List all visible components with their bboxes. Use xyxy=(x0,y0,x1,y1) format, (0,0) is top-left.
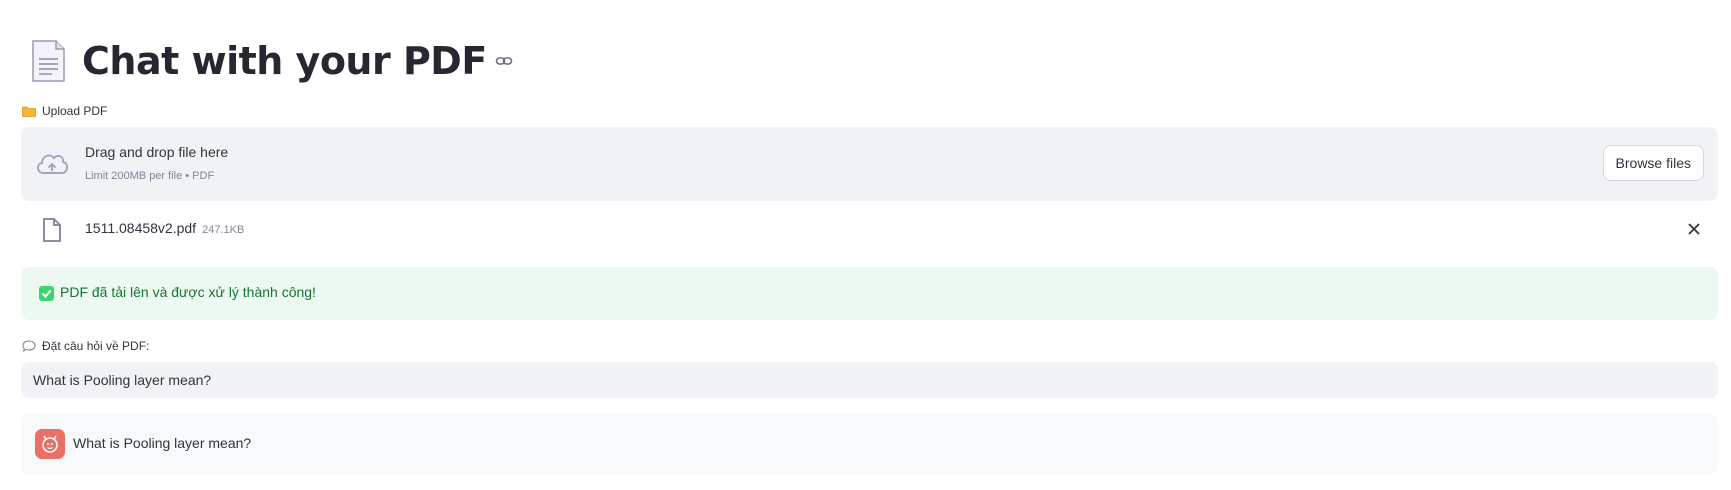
browse-files-button[interactable]: Browse files xyxy=(1602,145,1704,181)
user-avatar xyxy=(35,429,65,459)
chat-message-text: What is Pooling layer mean? xyxy=(73,435,252,451)
upload-label: Upload PDF xyxy=(22,104,107,118)
question-label: Đặt câu hỏi về PDF: xyxy=(22,339,149,353)
check-icon xyxy=(39,286,54,301)
speech-bubble-icon xyxy=(22,340,36,352)
file-size: 247.1KB xyxy=(202,224,245,236)
page-header: Chat with your PDF xyxy=(28,36,513,86)
question-label-text: Đặt câu hỏi về PDF: xyxy=(42,339,150,353)
success-alert: PDF đã tải lên và được xử lý thành công! xyxy=(21,267,1718,320)
file-dropzone[interactable]: Drag and drop file here Limit 200MB per … xyxy=(21,127,1718,201)
uploaded-file-row: 1511.08458v2.pdf 247.1KB xyxy=(21,210,1718,250)
upload-label-text: Upload PDF xyxy=(42,104,108,118)
dropzone-subtitle: Limit 200MB per file • PDF xyxy=(85,170,215,182)
close-icon[interactable] xyxy=(1685,220,1703,238)
user-avatar-icon xyxy=(42,435,58,453)
dropzone-title: Drag and drop file here xyxy=(85,144,229,160)
link-icon[interactable] xyxy=(495,52,513,70)
chat-message: What is Pooling layer mean? xyxy=(21,414,1718,474)
file-info: 1511.08458v2.pdf 247.1KB xyxy=(85,220,244,236)
cloud-upload-icon xyxy=(37,154,68,174)
file-name: 1511.08458v2.pdf xyxy=(85,220,197,236)
question-input[interactable] xyxy=(21,362,1718,398)
success-text: PDF đã tải lên và được xử lý thành công! xyxy=(60,284,316,300)
page-title: Chat with your PDF xyxy=(82,39,487,83)
folder-icon xyxy=(22,106,36,117)
file-icon xyxy=(43,218,61,242)
document-icon xyxy=(32,40,65,82)
